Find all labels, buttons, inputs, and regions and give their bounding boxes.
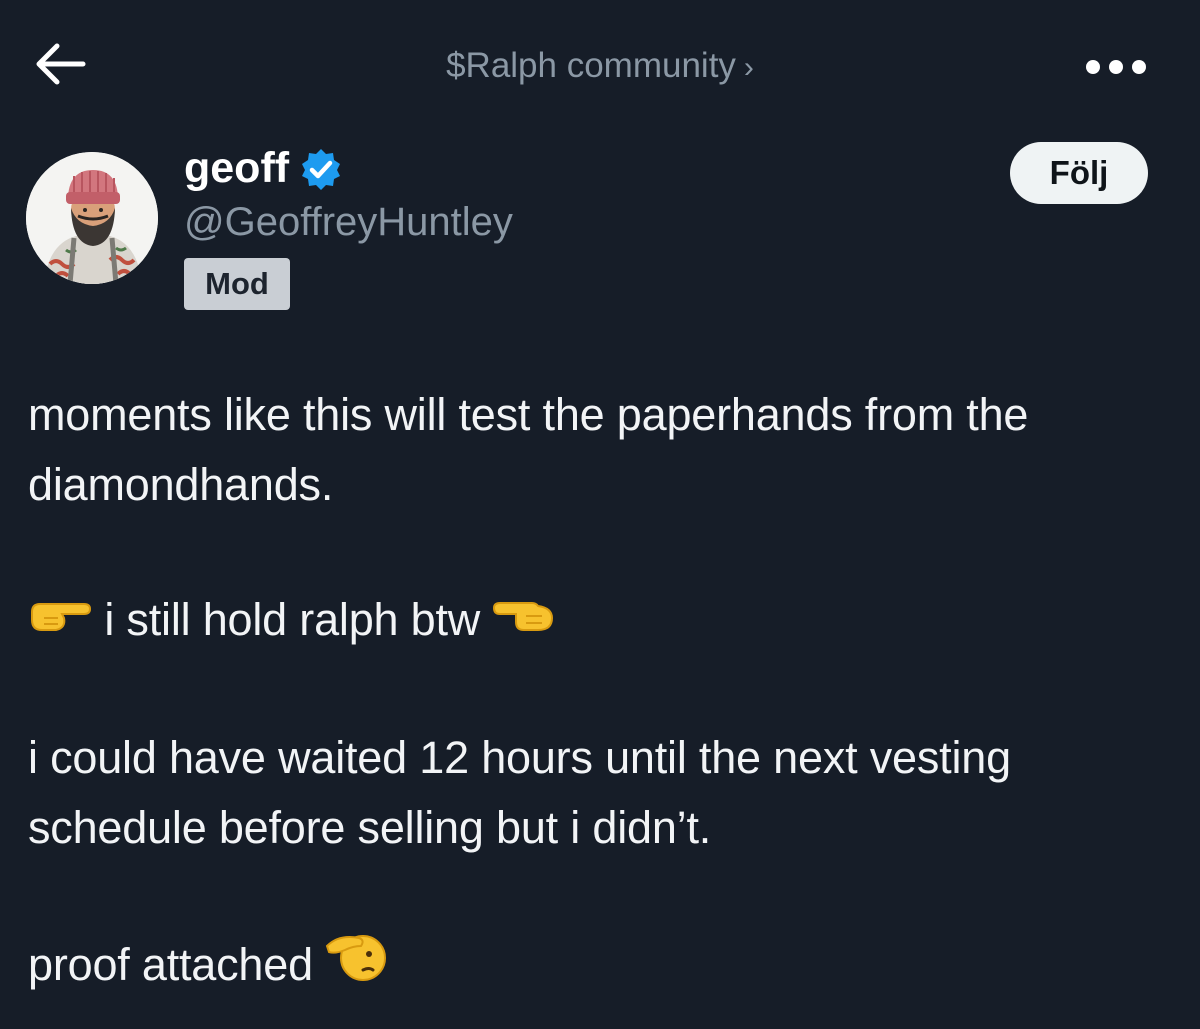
backhand-index-pointing-right-emoji-2 — [492, 584, 556, 654]
more-horizontal-icon-dot — [1132, 60, 1146, 74]
mod-badge: Mod — [184, 258, 290, 310]
tweet-paragraph-2-text: i still hold ralph btw — [104, 594, 481, 645]
tweet-paragraph-1: moments like this will test the paperhan… — [28, 389, 1029, 510]
more-horizontal-icon-dot — [1109, 60, 1123, 74]
tweet-paragraph-2: i still hold ralph btw — [28, 585, 1178, 658]
tweet-text: moments like this will test the paperhan… — [28, 380, 1178, 1008]
more-options-button[interactable] — [1086, 52, 1146, 82]
chevron-right-icon: › — [743, 51, 754, 84]
community-link[interactable]: $Ralph community › — [0, 46, 1200, 86]
avatar[interactable] — [26, 152, 158, 284]
author-name[interactable]: geoff — [184, 144, 343, 193]
display-name: geoff — [184, 144, 290, 192]
tweet-paragraph-4: proof attached — [28, 928, 1178, 1008]
backhand-index-pointing-right-emoji — [28, 584, 92, 654]
saluting-face-emoji — [325, 924, 387, 1004]
community-label: $Ralph community — [446, 46, 736, 85]
tweet-paragraph-4-text: proof attached — [28, 939, 313, 990]
author-handle[interactable]: @GeoffreyHuntley — [184, 200, 513, 245]
more-horizontal-icon — [1086, 60, 1100, 74]
verified-badge-icon — [299, 147, 343, 191]
top-navigation-bar: $Ralph community › — [0, 0, 1200, 132]
tweet-paragraph-3: i could have waited 12 hours until the n… — [28, 732, 1011, 854]
follow-button[interactable]: Följ — [1010, 142, 1148, 204]
